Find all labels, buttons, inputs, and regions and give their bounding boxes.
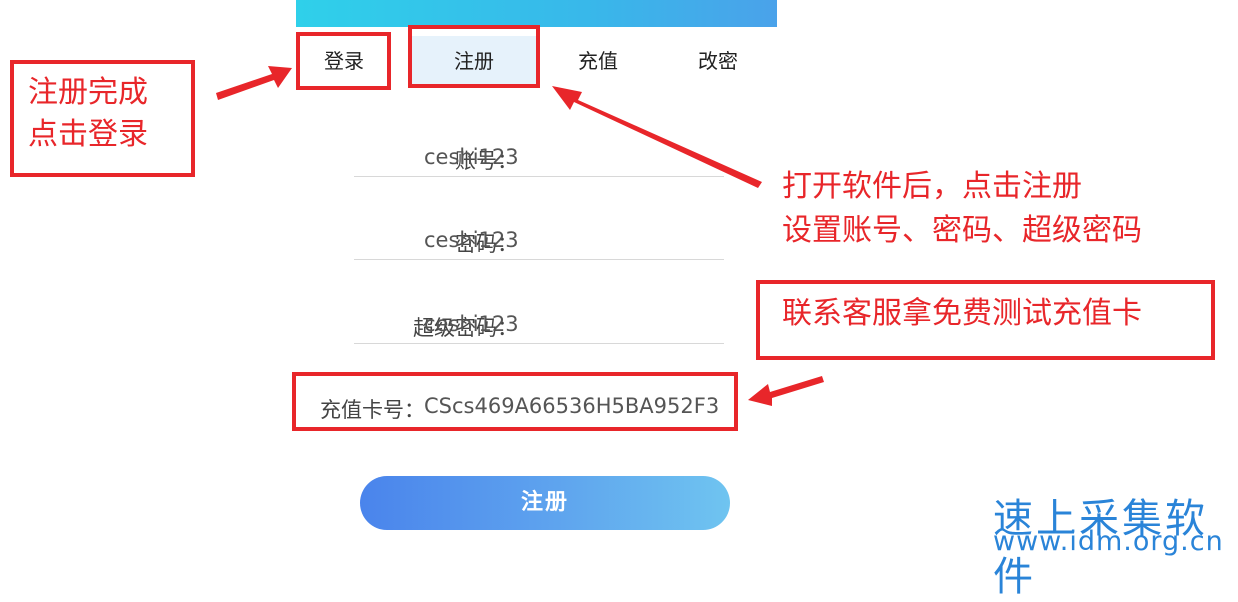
- register-submit-button[interactable]: 注册: [360, 476, 730, 530]
- note-register-complete: 注册完成 点击登录: [10, 60, 195, 177]
- highlight-card-number: [292, 372, 738, 431]
- account-underline: [354, 176, 724, 177]
- note-open-software-line2: 设置账号、密码、超级密码: [782, 213, 1142, 248]
- tab-change-password[interactable]: 改密: [670, 36, 766, 86]
- password-input[interactable]: ceshi123: [424, 228, 724, 252]
- note-contact-service: 联系客服拿免费测试充值卡: [756, 280, 1215, 360]
- arrow-to-login-icon: [216, 66, 292, 100]
- watermark-url: www.idm.org.cn: [993, 526, 1224, 557]
- tab-recharge[interactable]: 充值: [550, 36, 646, 86]
- super-password-row: 超级密码： ceshi123: [300, 304, 724, 344]
- note-open-software: 打开软件后，点击注册 设置账号、密码、超级密码: [782, 165, 1222, 253]
- highlight-register-tab: [408, 25, 540, 88]
- password-row: 密码： ceshi123: [300, 220, 724, 260]
- super-password-input[interactable]: ceshi123: [424, 312, 724, 336]
- note-register-complete-line2: 点击登录: [28, 117, 148, 152]
- super-password-underline: [354, 343, 724, 344]
- account-input[interactable]: ceshi123: [424, 145, 724, 169]
- password-underline: [354, 259, 724, 260]
- arrow-to-card-icon: [748, 376, 824, 406]
- note-register-complete-line1: 注册完成: [28, 75, 148, 110]
- top-banner: [296, 0, 777, 27]
- note-open-software-line1: 打开软件后，点击注册: [782, 169, 1082, 204]
- account-row: 账号： ceshi123: [300, 137, 724, 177]
- highlight-login-tab: [296, 32, 391, 90]
